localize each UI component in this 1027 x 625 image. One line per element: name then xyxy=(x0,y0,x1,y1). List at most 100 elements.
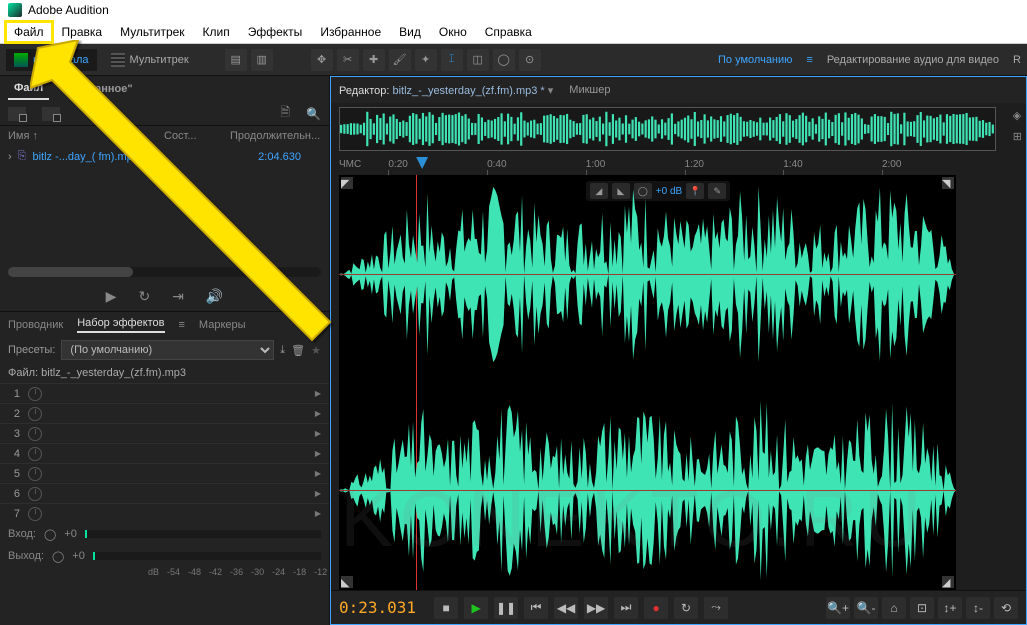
preset-delete-icon[interactable]: 🗑 xyxy=(291,344,305,357)
workspace-default[interactable]: По умолчанию xyxy=(718,54,792,66)
col-name[interactable]: Имя ↑ xyxy=(8,130,158,142)
chevron-right-icon[interactable]: ▶ xyxy=(315,409,321,418)
output-knob-icon[interactable]: ◯ xyxy=(52,550,64,563)
mixer-tab[interactable]: Микшер xyxy=(569,84,610,96)
power-icon[interactable] xyxy=(28,487,42,501)
zoom-in-v-icon[interactable]: ↕+ xyxy=(938,597,962,619)
rewind-button[interactable]: ◀◀ xyxy=(554,597,578,619)
file-row[interactable]: › ⎘ bitlz -...day_( fm).mp3 * 2:04.630 xyxy=(0,146,329,167)
chevron-right-icon[interactable]: ▶ xyxy=(315,449,321,458)
zoom-full-icon[interactable]: ⌂ xyxy=(882,597,906,619)
zoom-reset-icon[interactable]: ⟲ xyxy=(994,597,1018,619)
fx-slot[interactable]: 2▶ xyxy=(0,403,329,423)
tool-razor-icon[interactable]: ✂ xyxy=(337,49,359,71)
fx-slot[interactable]: 5▶ xyxy=(0,463,329,483)
overview-opt2-icon[interactable]: ⊞ xyxy=(1013,130,1022,143)
markers-tab[interactable]: Маркеры xyxy=(199,319,246,331)
forward-button[interactable]: ▶▶ xyxy=(584,597,608,619)
tool-heal-icon[interactable]: ✚ xyxy=(363,49,385,71)
files-play-icon[interactable]: ▶ xyxy=(106,288,117,305)
file-scrollbar[interactable] xyxy=(8,267,321,277)
open-file-icon[interactable] xyxy=(8,107,26,121)
play-button[interactable]: ▶ xyxy=(464,597,488,619)
preset-save-icon[interactable]: ⤓ xyxy=(280,344,285,357)
chevron-right-icon[interactable]: ▶ xyxy=(315,489,321,498)
explorer-tab[interactable]: Проводник xyxy=(8,319,63,331)
tool-marquee-icon[interactable]: ◫ xyxy=(467,49,489,71)
power-icon[interactable] xyxy=(28,387,42,401)
zoom-out-icon[interactable]: 🔍- xyxy=(854,597,878,619)
tool-spectral-icon[interactable]: ▤ xyxy=(225,49,247,71)
timecode[interactable]: 0:23.031 xyxy=(339,598,416,617)
chevron-right-icon[interactable]: ▶ xyxy=(315,429,321,438)
power-icon[interactable] xyxy=(28,467,42,481)
stop-button[interactable]: ■ xyxy=(434,597,458,619)
editor-tab[interactable]: Редактор: bitlz_-_yesterday_(zf.fm).mp3 … xyxy=(339,84,553,97)
input-knob-icon[interactable]: ◯ xyxy=(44,528,56,541)
files-autoplay-icon[interactable]: 🔊 xyxy=(206,288,223,305)
search-icon[interactable]: 🔍 xyxy=(306,107,321,121)
skip-button[interactable]: ⤳ xyxy=(704,597,728,619)
more-tabs-icon[interactable]: » xyxy=(315,319,321,331)
power-icon[interactable] xyxy=(28,447,42,461)
overview-opt1-icon[interactable]: ◈ xyxy=(1013,109,1022,122)
power-icon[interactable] xyxy=(28,507,42,521)
preset-favorite-icon[interactable]: ★ xyxy=(311,344,321,357)
tool-time-select-icon[interactable]: 𝙸 xyxy=(441,49,463,71)
fx-slot[interactable]: 1▶ xyxy=(0,383,329,403)
favorites-tab[interactable]: Избранное xyxy=(57,79,138,99)
new-file-icon[interactable] xyxy=(42,107,60,121)
workspace-edit-audio-video[interactable]: Редактирование аудио для видео xyxy=(827,54,999,66)
menu-effects[interactable]: Эффекты xyxy=(240,22,311,42)
chevron-right-icon[interactable]: ▶ xyxy=(315,389,321,398)
power-icon[interactable] xyxy=(28,407,42,421)
waveform-display[interactable]: ◤ ◥ ◣ ◢ ◢ ◣ ◯ +0 dB 📍 ✎ dB -∞ L dB -∞ R xyxy=(339,175,956,590)
files-tab[interactable]: Файл xyxy=(8,78,49,100)
menu-view[interactable]: Вид xyxy=(391,22,429,42)
files-loop-icon[interactable]: ↻ xyxy=(138,288,150,305)
chevron-right-icon[interactable]: ▶ xyxy=(315,509,321,518)
expand-icon[interactable]: › xyxy=(8,151,12,163)
loop-button[interactable]: ↻ xyxy=(674,597,698,619)
col-duration[interactable]: Продолжительн... xyxy=(230,130,320,142)
chevron-right-icon[interactable]: ▶ xyxy=(315,469,321,478)
zoom-sel-icon[interactable]: ⊡ xyxy=(910,597,934,619)
menu-multitrack[interactable]: Мультитрек xyxy=(112,22,192,42)
files-insert-icon[interactable]: ⇥ xyxy=(172,288,184,305)
fx-slot[interactable]: 4▶ xyxy=(0,443,329,463)
menu-clip[interactable]: Клип xyxy=(195,22,238,42)
pause-button[interactable]: ❚❚ xyxy=(494,597,518,619)
zoom-in-icon[interactable]: 🔍+ xyxy=(826,597,850,619)
prev-button[interactable]: ⏮ xyxy=(524,597,548,619)
effects-rack-tab[interactable]: Набор эффектов xyxy=(77,317,164,333)
overview-waveform[interactable] xyxy=(339,107,996,151)
tool-brush-icon[interactable]: 🖌 xyxy=(389,49,411,71)
zoom-out-v-icon[interactable]: ↕- xyxy=(966,597,990,619)
tool-pitch-icon[interactable]: ▥ xyxy=(251,49,273,71)
effects-rack-menu-icon[interactable]: ≡ xyxy=(179,319,185,331)
menu-help[interactable]: Справка xyxy=(477,22,540,42)
workspace-menu-icon[interactable]: ≡ xyxy=(806,54,812,66)
power-icon[interactable] xyxy=(28,427,42,441)
tool-spot-icon[interactable]: ⊙ xyxy=(519,49,541,71)
menu-window[interactable]: Окно xyxy=(431,22,475,42)
fx-slot[interactable]: 7▶ xyxy=(0,503,329,523)
presets-select[interactable]: (По умолчанию) xyxy=(61,340,274,360)
tab-multitrack[interactable]: Мультитрек xyxy=(103,49,197,71)
tool-lasso-icon[interactable]: ◯ xyxy=(493,49,515,71)
col-status[interactable]: Сост... xyxy=(164,130,224,142)
import-icon[interactable]: 🗎 xyxy=(280,103,290,124)
time-ruler[interactable]: ЧМС 0:200:401:001:201:402:00 xyxy=(339,157,956,175)
fx-slot[interactable]: 3▶ xyxy=(0,423,329,443)
tool-move-icon[interactable]: ✥ xyxy=(311,49,333,71)
menu-file[interactable]: Файл xyxy=(6,22,52,42)
workspace-r[interactable]: R xyxy=(1013,54,1021,66)
next-button[interactable]: ⏭ xyxy=(614,597,638,619)
playhead-marker-icon[interactable] xyxy=(416,157,428,169)
menu-favorites[interactable]: Избранное xyxy=(312,22,389,42)
tab-waveform[interactable]: ип сигнала xyxy=(6,49,97,71)
fx-slot[interactable]: 6▶ xyxy=(0,483,329,503)
tool-stamp-icon[interactable]: ✦ xyxy=(415,49,437,71)
menu-edit[interactable]: Правка xyxy=(54,22,111,42)
record-button[interactable]: ● xyxy=(644,597,668,619)
